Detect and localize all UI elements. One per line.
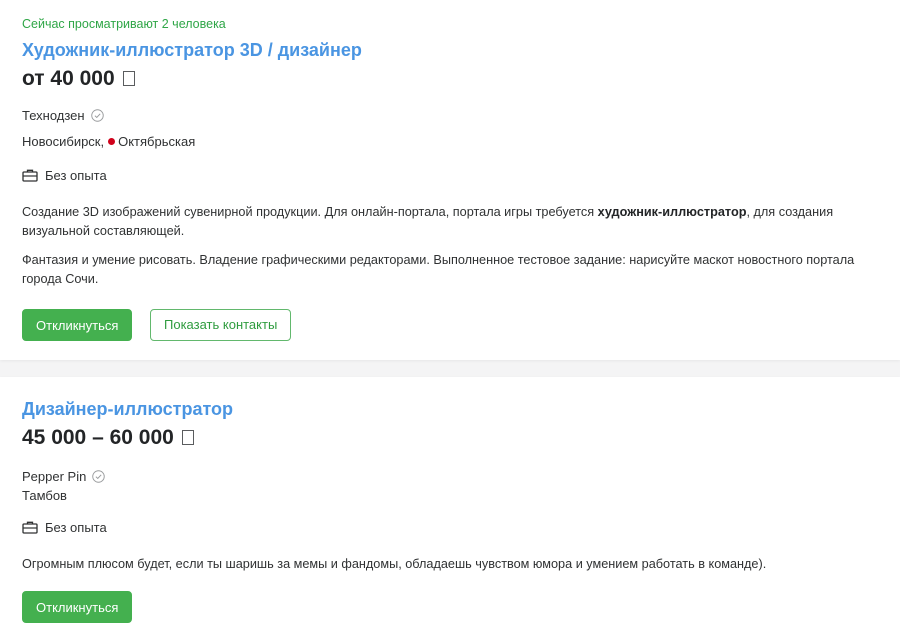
salary-value: 45 000 – 60 000	[22, 426, 174, 449]
company-name-link[interactable]: Технодзен	[22, 108, 85, 123]
currency-icon	[122, 71, 135, 86]
currency-icon	[181, 430, 194, 445]
vacancy-card: Дизайнер-иллюстратор 45 000 – 60 000 Pep…	[0, 377, 900, 644]
salary: 45 000 – 60 000	[22, 426, 194, 450]
experience-label: Без опыта	[45, 520, 107, 535]
viewers-count: Сейчас просматривают 2 человека	[22, 17, 226, 31]
city: Тамбов	[22, 488, 67, 503]
respond-button[interactable]: Откликнуться	[22, 309, 133, 341]
briefcase-icon	[22, 521, 38, 534]
location-row: Тамбов	[22, 488, 67, 503]
vacancy-title-link[interactable]: Дизайнер-иллюстратор	[22, 399, 233, 420]
show-contacts-button[interactable]: Показать контакты	[150, 309, 292, 341]
respond-button[interactable]: Откликнуться	[22, 591, 133, 623]
experience-row: Без опыта	[22, 168, 107, 183]
vacancy-card: Сейчас просматривают 2 человека Художник…	[0, 0, 900, 360]
company-name-link[interactable]: Pepper Pin	[22, 469, 86, 484]
company-row: Технодзен	[22, 108, 104, 123]
vacancy-snippet-requirement: Огромным плюсом будет, если ты шаришь за…	[22, 557, 767, 571]
verified-check-icon	[92, 470, 106, 483]
vacancy-title-link[interactable]: Художник-иллюстратор 3D / дизайнер	[22, 40, 362, 61]
highlight-keyword: художник-иллюстратор	[597, 205, 747, 219]
experience-row: Без опыта	[22, 520, 107, 535]
briefcase-icon	[22, 169, 38, 182]
city: Новосибирск,	[22, 134, 105, 149]
experience-label: Без опыта	[45, 168, 107, 183]
salary: от 40 000	[22, 67, 135, 91]
metro-line-icon	[108, 138, 116, 145]
verified-check-icon	[90, 109, 104, 122]
location-row: Новосибирск, Октябрьская	[22, 134, 195, 149]
vacancy-snippet-responsibility: Создание 3D изображений сувенирной проду…	[22, 205, 834, 238]
company-row: Pepper Pin	[22, 469, 106, 484]
vacancy-snippet-requirement: Фантазия и умение рисовать. Владение гра…	[22, 253, 855, 286]
metro-station: Октябрьская	[118, 134, 196, 149]
salary-value: от 40 000	[22, 67, 115, 90]
